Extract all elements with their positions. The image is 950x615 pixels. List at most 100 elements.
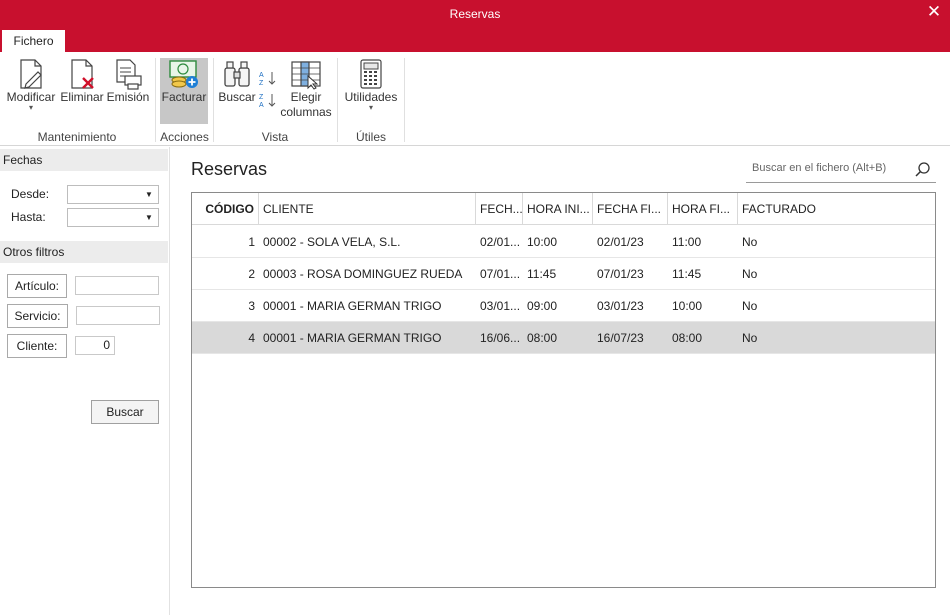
servicio-button[interactable]: Servicio: (7, 304, 68, 328)
cell-hora-fin: 08:00 (672, 331, 703, 345)
modificar-label: Modificar (6, 90, 56, 104)
cell-hora-fin: 11:00 (672, 235, 702, 249)
cell-fecha-fin: 16/07/23 (597, 331, 644, 345)
cell-facturado: No (742, 331, 758, 345)
column-header-codigo[interactable]: CÓDIGO (192, 193, 259, 225)
svg-text:A: A (259, 102, 264, 108)
sort-descending-icon: Z A (259, 94, 276, 108)
tab-fichero[interactable]: Fichero (2, 30, 65, 52)
buscar-filter-button[interactable]: Buscar (91, 400, 159, 424)
cell-hora-inicio: 10:00 (527, 235, 558, 249)
cell-hora-fin: 11:45 (672, 267, 702, 281)
column-header-hora-fin[interactable]: HORA FI... (668, 193, 738, 225)
cell-facturado: No (742, 299, 758, 313)
svg-text:Z: Z (259, 80, 264, 86)
hasta-label: Hasta: (11, 210, 46, 224)
buscar-button[interactable]: Buscar (218, 58, 256, 124)
ribbon: Modificar ▾ Eliminar Emisión Facturar Bu… (0, 52, 950, 146)
panel-divider (169, 147, 170, 615)
facturar-button[interactable]: Facturar (160, 58, 208, 124)
desde-label: Desde: (11, 187, 50, 201)
column-header-fecha-inicio[interactable]: FECH... (476, 193, 523, 225)
invoice-money-icon (169, 60, 198, 88)
chevron-down-icon[interactable]: ▼ (140, 209, 158, 226)
cell-cliente: 00001 - MARIA GERMAN TRIGO (263, 299, 442, 313)
reservas-table: CÓDIGO CLIENTE FECH... HORA INI... FECHA… (191, 192, 936, 588)
utilidades-button[interactable]: Utilidades ▾ (342, 58, 400, 124)
group-separator (404, 58, 405, 142)
column-header-facturado[interactable]: FACTURADO (738, 193, 935, 225)
search-icon[interactable] (914, 161, 932, 179)
delete-document-icon (71, 59, 94, 89)
cliente-button[interactable]: Cliente: (7, 334, 67, 358)
table-row[interactable]: 2 00003 - ROSA DOMINGUEZ RUEDA 07/01... … (192, 258, 935, 290)
hasta-date-field[interactable]: ▼ (67, 208, 159, 227)
buscar-label: Buscar (218, 90, 256, 104)
cell-fecha-fin: 02/01/23 (597, 235, 644, 249)
otros-filtros-header: Otros filtros (0, 241, 168, 263)
sort-ascending-icon: A Z (259, 72, 276, 86)
cell-fecha-inicio: 03/01... (480, 299, 521, 313)
desde-date-field[interactable]: ▼ (67, 185, 159, 204)
eliminar-button[interactable]: Eliminar (60, 58, 104, 124)
cliente-field[interactable]: 0 (75, 336, 115, 355)
columns-icon (291, 61, 321, 90)
cell-fecha-fin: 03/01/23 (597, 299, 644, 313)
table-row[interactable]: 1 00002 - SOLA VELA, S.L. 02/01... 10:00… (192, 226, 935, 258)
table-row[interactable]: 3 00001 - MARIA GERMAN TRIGO 03/01... 09… (192, 290, 935, 322)
column-header-fecha-fin[interactable]: FECHA FI... (593, 193, 668, 225)
svg-text:Z: Z (259, 94, 264, 101)
chevron-down-icon: ▾ (28, 103, 33, 112)
chevron-down-icon: ▾ (368, 103, 373, 112)
modificar-button[interactable]: Modificar ▾ (4, 58, 58, 124)
articulo-field[interactable] (75, 276, 159, 295)
cell-fecha-inicio: 16/06... (480, 331, 521, 345)
binoculars-icon (224, 61, 250, 87)
cell-codigo: 3 (248, 299, 255, 313)
ribbon-tabstrip: Fichero (0, 30, 950, 52)
cell-fecha-fin: 07/01/23 (597, 267, 644, 281)
articulo-button[interactable]: Artículo: (7, 274, 67, 298)
group-label-utiles: Útiles (355, 130, 386, 144)
search-placeholder: Buscar en el fichero (Alt+B) (752, 162, 887, 174)
cell-facturado: No (742, 235, 758, 249)
eliminar-label: Eliminar (60, 90, 104, 104)
cell-hora-inicio: 11:45 (527, 267, 557, 281)
servicio-field[interactable] (76, 306, 160, 325)
cell-hora-inicio: 08:00 (527, 331, 558, 345)
sort-ascending-button[interactable]: A Z (258, 70, 278, 88)
window-title: Reservas (449, 7, 501, 21)
group-label-vista: Vista (261, 130, 289, 144)
cell-codigo: 4 (248, 331, 255, 345)
elegir-columnas-button[interactable]: Elegir columnas (280, 58, 332, 128)
group-separator (213, 58, 214, 142)
cell-hora-inicio: 09:00 (527, 299, 558, 313)
page-title: Reservas (191, 159, 268, 179)
cell-codigo: 2 (248, 267, 255, 281)
utilidades-label: Utilidades (344, 90, 398, 104)
elegir-label-1: Elegir (290, 90, 322, 104)
fechas-header: Fechas (0, 149, 168, 171)
sort-descending-button[interactable]: Z A (258, 92, 278, 110)
chevron-down-icon[interactable]: ▼ (140, 186, 158, 203)
cell-codigo: 1 (248, 235, 255, 249)
cell-cliente: 00001 - MARIA GERMAN TRIGO (263, 331, 442, 345)
cell-hora-fin: 10:00 (672, 299, 703, 313)
cell-cliente: 00002 - SOLA VELA, S.L. (263, 235, 401, 249)
table-header: CÓDIGO CLIENTE FECH... HORA INI... FECHA… (192, 193, 935, 225)
search-input[interactable]: Buscar en el fichero (Alt+B) (746, 159, 936, 183)
calculator-icon (360, 59, 382, 89)
emision-button[interactable]: Emisión (106, 58, 150, 124)
group-label-mantenimiento: Mantenimiento (37, 130, 117, 144)
table-row-selected[interactable]: 4 00001 - MARIA GERMAN TRIGO 16/06... 08… (192, 322, 935, 354)
cell-cliente: 00003 - ROSA DOMINGUEZ RUEDA (263, 267, 463, 281)
column-header-hora-inicio[interactable]: HORA INI... (523, 193, 593, 225)
edit-document-icon (20, 59, 42, 89)
facturar-label: Facturar (161, 90, 207, 104)
cell-fecha-inicio: 02/01... (480, 235, 521, 249)
group-separator (337, 58, 338, 142)
print-icon (116, 59, 142, 90)
close-icon[interactable]: ✕ (924, 2, 944, 22)
emision-label: Emisión (106, 90, 150, 104)
column-header-cliente[interactable]: CLIENTE (259, 193, 476, 225)
